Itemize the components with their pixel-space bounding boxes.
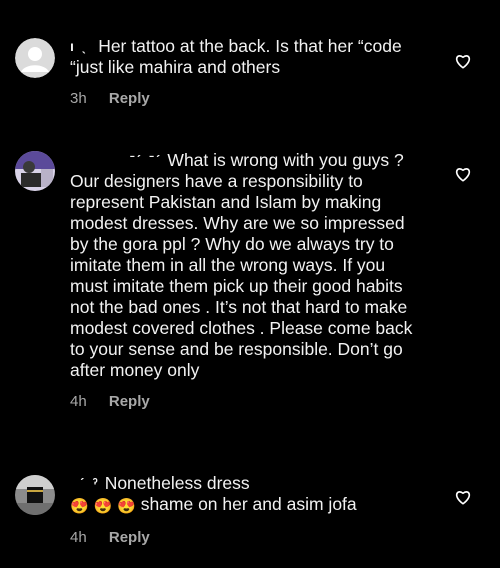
avatar[interactable] — [15, 475, 55, 515]
heart-eyes-emoji: 😍 — [117, 498, 136, 515]
comment-text: ı ˎ Her tattoo at the back. Is that her … — [70, 36, 402, 77]
avatar[interactable] — [15, 151, 55, 191]
timestamp: 3h — [70, 90, 87, 107]
username[interactable]: ˊ ˀ — [80, 473, 100, 494]
username[interactable]: ı ˎ — [70, 36, 88, 57]
heart-icon[interactable] — [454, 488, 472, 506]
reply-button[interactable]: Reply — [109, 90, 150, 107]
comment-text: ˊ ˀ Nonetheless dress 😍 😍 😍 shame on her… — [70, 473, 357, 515]
heart-eyes-emoji: 😍 — [70, 498, 89, 515]
reply-button[interactable]: Reply — [109, 393, 150, 410]
username[interactable]: ˉˊ ˉˊ — [130, 150, 163, 171]
timestamp: 4h — [70, 393, 87, 410]
reply-button[interactable]: Reply — [109, 529, 150, 546]
photo-avatar — [15, 151, 55, 191]
default-avatar-icon — [15, 38, 55, 78]
timestamp: 4h — [70, 529, 87, 546]
comment-text: ˉˊ ˉˊ What is wrong with you guys ? Our … — [70, 150, 413, 380]
kaaba-avatar — [15, 475, 55, 515]
heart-icon[interactable] — [454, 165, 472, 183]
heart-icon[interactable] — [454, 52, 472, 70]
avatar[interactable] — [15, 38, 55, 78]
heart-eyes-emoji: 😍 — [93, 498, 113, 515]
